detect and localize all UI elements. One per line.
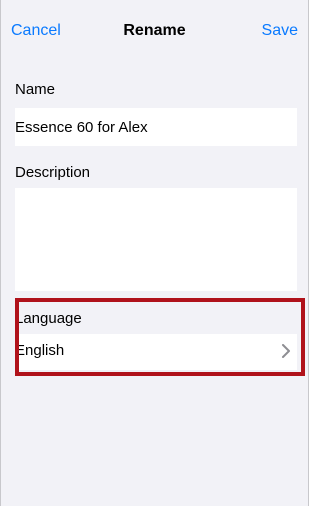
description-label: Description: [15, 164, 91, 181]
name-field-value: Essence 60 for Alex: [15, 119, 148, 136]
language-highlight-box: [15, 298, 305, 376]
name-field[interactable]: Essence 60 for Alex: [15, 108, 297, 146]
name-label: Name: [15, 81, 56, 98]
description-field[interactable]: [15, 188, 297, 291]
navigation-bar: Cancel Rename Save: [1, 0, 308, 62]
rename-screen: Cancel Rename Save Name Essence 60 for A…: [0, 0, 309, 506]
save-button[interactable]: Save: [262, 20, 298, 42]
